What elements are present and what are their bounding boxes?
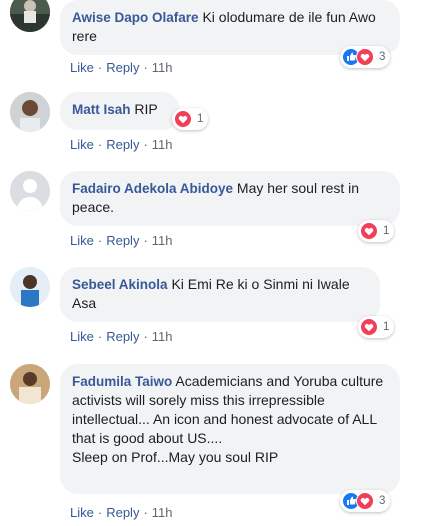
- separator: ·: [143, 505, 148, 520]
- love-reaction-icon: [360, 222, 378, 240]
- comment-time[interactable]: 11h: [152, 137, 173, 152]
- comment-time[interactable]: 11h: [152, 60, 173, 75]
- avatar[interactable]: [10, 92, 50, 132]
- avatar[interactable]: [10, 267, 50, 307]
- comment-actions: Like · Reply · 11h: [70, 137, 173, 152]
- comment-bubble: Sebeel Akinola Ki Emi Re ki o Sinmi ni I…: [60, 267, 380, 322]
- reaction-count: 3: [379, 495, 386, 507]
- reaction-summary[interactable]: 1: [358, 316, 395, 338]
- comment-text-line: Sleep on Prof...May you soul RIP: [72, 449, 279, 465]
- love-reaction-icon: [356, 492, 374, 510]
- comment-bubble: Matt Isah RIP: [60, 92, 180, 130]
- like-link[interactable]: Like: [70, 233, 94, 248]
- comment-time[interactable]: 11h: [152, 505, 173, 520]
- comment-author[interactable]: Matt Isah: [72, 102, 131, 117]
- love-reaction-icon: [360, 318, 378, 336]
- like-link[interactable]: Like: [70, 60, 94, 75]
- separator: ·: [143, 329, 148, 344]
- comment-author[interactable]: Awise Dapo Olafare: [72, 10, 199, 25]
- like-link[interactable]: Like: [70, 505, 94, 520]
- separator: ·: [143, 137, 148, 152]
- comment-time[interactable]: 11h: [152, 233, 173, 248]
- comment-text: RIP: [134, 101, 158, 117]
- reply-link[interactable]: Reply: [106, 233, 139, 248]
- reaction-summary[interactable]: 3: [340, 46, 391, 68]
- avatar[interactable]: [10, 364, 50, 404]
- like-link[interactable]: Like: [70, 329, 94, 344]
- reply-link[interactable]: Reply: [106, 137, 139, 152]
- reply-link[interactable]: Reply: [106, 329, 139, 344]
- separator: ·: [97, 233, 103, 248]
- reply-link[interactable]: Reply: [106, 505, 139, 520]
- comment-actions: Like · Reply · 11h: [70, 329, 173, 344]
- reaction-count: 1: [383, 321, 390, 333]
- reaction-summary[interactable]: 1: [172, 108, 209, 130]
- separator: ·: [143, 60, 148, 75]
- separator: ·: [97, 505, 103, 520]
- reaction-summary[interactable]: 3: [340, 490, 391, 512]
- reaction-count: 3: [379, 51, 386, 63]
- comment-actions: Like · Reply · 11h: [70, 233, 173, 248]
- avatar[interactable]: [10, 0, 50, 32]
- comment-actions: Like · Reply · 11h: [70, 505, 173, 520]
- comment-time[interactable]: 11h: [152, 329, 173, 344]
- separator: ·: [97, 329, 103, 344]
- reaction-count: 1: [383, 225, 390, 237]
- like-link[interactable]: Like: [70, 137, 94, 152]
- love-reaction-icon: [174, 110, 192, 128]
- reaction-count: 1: [197, 113, 204, 125]
- separator: ·: [97, 137, 103, 152]
- comment-author[interactable]: Fadumila Taiwo: [72, 374, 172, 389]
- comment-author[interactable]: Sebeel Akinola: [72, 277, 168, 292]
- comment-actions: Like · Reply · 11h: [70, 60, 173, 75]
- reaction-summary[interactable]: 1: [358, 220, 395, 242]
- avatar[interactable]: [10, 171, 50, 211]
- comment-bubble: Fadumila Taiwo Academicians and Yoruba c…: [60, 364, 400, 494]
- reply-link[interactable]: Reply: [106, 60, 139, 75]
- separator: ·: [143, 233, 148, 248]
- separator: ·: [97, 60, 103, 75]
- comment-author[interactable]: Fadairo Adekola Abidoye: [72, 181, 233, 196]
- love-reaction-icon: [356, 48, 374, 66]
- comment-bubble: Fadairo Adekola Abidoye May her soul res…: [60, 171, 400, 226]
